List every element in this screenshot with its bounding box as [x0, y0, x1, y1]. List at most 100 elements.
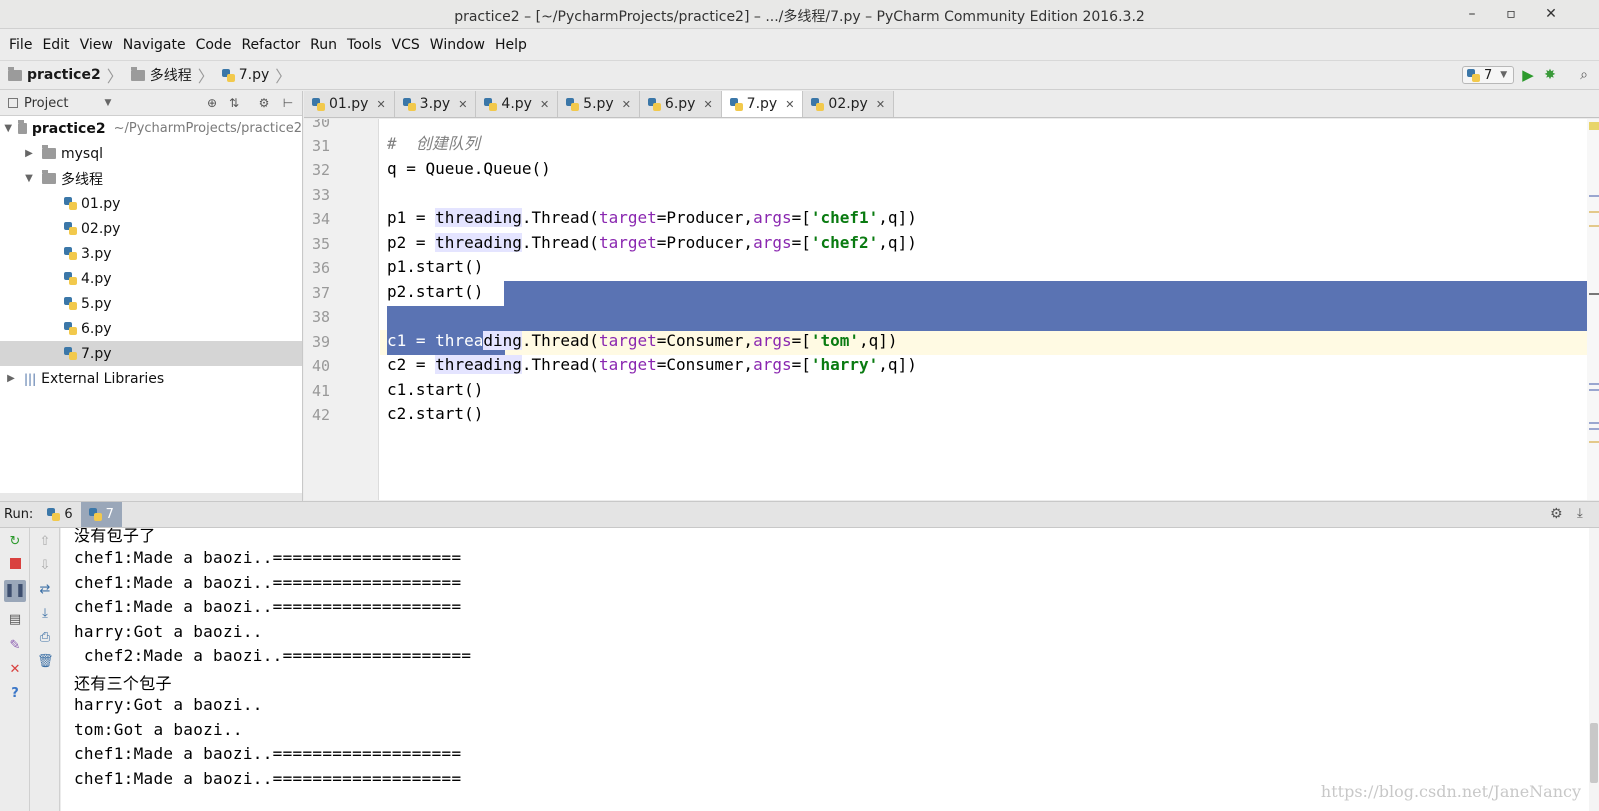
tree-item-7py[interactable]: 7.py — [0, 341, 302, 366]
close-tab-icon[interactable]: ✕ — [876, 98, 885, 111]
print-icon[interactable]: ⎙ — [37, 630, 53, 646]
line-number: 30 — [312, 119, 331, 131]
breadcrumb-folder[interactable]: 多线程 〉 — [123, 63, 214, 87]
tree-item-practice2[interactable]: ▼ practice2 ~/PycharmProjects/practice2 — [0, 116, 302, 141]
close-tab-icon[interactable]: ✕ — [376, 98, 385, 111]
tree-item-label: 多线程 — [61, 171, 103, 188]
restore-layout-icon[interactable]: ▤ — [7, 612, 23, 628]
close-tab-icon[interactable]: ✕ — [622, 98, 631, 111]
debug-icon[interactable]: ✸ — [1541, 66, 1559, 84]
tree-item-external-libraries[interactable]: ▶ ||| External Libraries — [0, 366, 302, 391]
menu-view[interactable]: View — [75, 37, 118, 53]
close-tab-icon[interactable]: ✕ — [703, 98, 712, 111]
run-toolbar-secondary: ⇧ ⇩ ⇄ ⤓ ⎙ 🗑 — [30, 528, 60, 811]
scrollbar-thumb[interactable] — [1590, 723, 1598, 783]
menu-vcs[interactable]: VCS — [387, 37, 425, 53]
watermark: https://blog.csdn.net/JaneNancy — [1320, 782, 1581, 801]
tree-item-mysql[interactable]: ▶ mysql — [0, 141, 302, 166]
menu-run[interactable]: Run — [305, 37, 342, 53]
close-tab-icon[interactable]: ✕ — [458, 98, 467, 111]
python-file-icon — [64, 247, 77, 260]
python-file-icon — [64, 222, 77, 235]
code-token: .Thread( — [521, 331, 599, 350]
tree-item-5py[interactable]: 5.py — [0, 291, 302, 316]
tab-label: 6.py — [664, 96, 696, 112]
chevron-right-icon: 〉 — [197, 67, 214, 86]
scroll-from-source-icon[interactable]: ⊕ — [204, 95, 220, 111]
close-tab-icon[interactable]: ✕ — [540, 98, 549, 111]
gear-icon[interactable]: ⚙ — [256, 95, 272, 111]
run-tab-6[interactable]: 6 — [39, 502, 80, 527]
run-console[interactable]: 没有包子了 chef1:Made a baozi..==============… — [61, 528, 1599, 811]
menu-help[interactable]: Help — [490, 37, 532, 53]
tree-item-label: External Libraries — [41, 370, 165, 387]
chevron-down-icon[interactable]: ▼ — [104, 98, 111, 108]
line-number: 38 — [312, 308, 331, 326]
tree-item-label: practice2 — [31, 120, 106, 137]
menu-edit[interactable]: Edit — [37, 37, 74, 53]
pin-icon[interactable]: ✎ — [7, 638, 23, 654]
hide-panel-icon[interactable]: ⊢ — [280, 95, 296, 111]
code-token: c1 = — [387, 331, 436, 350]
tab-4py[interactable]: 4.py ✕ — [476, 91, 559, 117]
folder-icon — [42, 170, 56, 184]
breadcrumb-project[interactable]: practice2 〉 — [0, 63, 123, 87]
help-icon[interactable]: ? — [7, 686, 23, 702]
close-tab-icon[interactable]: ✕ — [785, 98, 794, 111]
menu-navigate[interactable]: Navigate — [118, 37, 191, 53]
minimize-button[interactable]: – — [1461, 4, 1483, 24]
line-number: 32 — [312, 161, 331, 179]
menu-code[interactable]: Code — [191, 37, 237, 53]
trash-icon[interactable]: 🗑 — [37, 654, 54, 670]
console-scrollbar[interactable] — [1589, 528, 1599, 811]
stop-icon[interactable] — [7, 558, 23, 574]
run-tab-7[interactable]: 7 — [80, 502, 122, 527]
menu-window[interactable]: Window — [425, 37, 490, 53]
tab-02py[interactable]: 02.py ✕ — [803, 91, 895, 117]
line-number: 39 — [312, 333, 331, 351]
run-configuration-select[interactable]: 7 ▼ — [1462, 66, 1514, 84]
close-button[interactable]: ✕ — [1540, 4, 1562, 24]
error-stripe-mark — [1589, 225, 1599, 227]
breadcrumb-file[interactable]: 7.py 〉 — [214, 63, 291, 87]
tab-7py[interactable]: 7.py ✕ — [721, 91, 804, 117]
console-line: chef1:Made a baozi..=================== — [74, 769, 462, 788]
tree-item-multithread[interactable]: ▼ 多线程 — [0, 166, 302, 191]
run-icon[interactable]: ▶ — [1519, 66, 1537, 84]
arrow-up-icon[interactable]: ⇧ — [37, 534, 53, 550]
tab-5py[interactable]: 5.py ✕ — [558, 91, 640, 117]
python-file-icon — [64, 197, 77, 210]
tab-01py[interactable]: 01.py ✕ — [304, 91, 395, 117]
gear-icon[interactable]: ⚙ — [1550, 506, 1563, 522]
menu-tools[interactable]: Tools — [342, 37, 387, 53]
pause-icon[interactable]: ❚❚ — [4, 580, 26, 602]
tree-item-4py[interactable]: 4.py — [0, 266, 302, 291]
soft-wrap-icon[interactable]: ⇄ — [37, 582, 53, 598]
horizontal-scrollbar[interactable] — [0, 493, 302, 501]
maximize-button[interactable]: ▫ — [1500, 4, 1522, 24]
code-token: ding — [483, 331, 522, 350]
project-view-label[interactable]: Project — [24, 96, 68, 111]
tree-item-3py[interactable]: 3.py — [0, 241, 302, 266]
code-token: p2 = — [387, 233, 436, 252]
menu-file[interactable]: File — [4, 37, 37, 53]
tree-item-01py[interactable]: 01.py — [0, 191, 302, 216]
python-file-icon — [47, 508, 61, 521]
code-editor[interactable]: 30 31 32 33 34 35 36 37 38 39 40 41 42 #… — [304, 119, 1599, 500]
collapse-all-icon[interactable]: ⇅ — [226, 95, 242, 111]
tab-3py[interactable]: 3.py ✕ — [394, 91, 477, 117]
close-icon[interactable]: ✕ — [7, 662, 23, 678]
console-line: harry:Got a baozi.. — [74, 695, 263, 714]
search-icon[interactable]: ⌕ — [1575, 66, 1593, 84]
rerun-icon[interactable]: ↻ — [7, 534, 23, 550]
tree-item-6py[interactable]: 6.py — [0, 316, 302, 341]
arrow-down-icon[interactable]: ⇩ — [37, 558, 53, 574]
scroll-to-end-icon[interactable]: ⤓ — [37, 606, 53, 622]
tree-item-02py[interactable]: 02.py — [0, 216, 302, 241]
editor-scrollbar[interactable] — [1587, 119, 1599, 500]
menu-refactor[interactable]: Refactor — [236, 37, 305, 53]
hide-panel-icon[interactable]: ⤓ — [1577, 506, 1583, 521]
tab-6py[interactable]: 6.py ✕ — [639, 91, 722, 117]
code-line-37: p2.start() — [387, 282, 484, 301]
code-token: .Thread( — [521, 208, 599, 227]
